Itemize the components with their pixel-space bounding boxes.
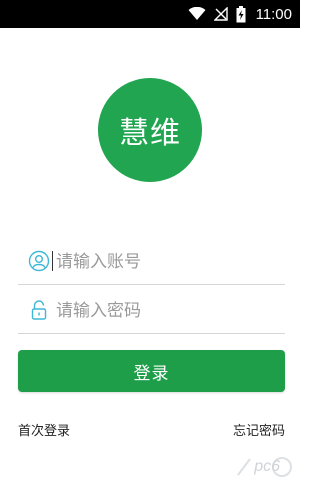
wifi-icon	[188, 7, 206, 21]
watermark-text: pc6	[254, 458, 280, 475]
status-time: 11:00	[255, 5, 292, 23]
status-bar: 11:00	[0, 0, 300, 28]
app-logo: 慧维	[98, 78, 202, 182]
battery-charging-icon	[236, 5, 246, 23]
forgot-password-link[interactable]: 忘记密码	[233, 420, 285, 439]
username-field[interactable]	[18, 240, 285, 285]
username-input[interactable]	[56, 248, 276, 276]
password-input[interactable]	[56, 297, 276, 325]
login-button[interactable]: 登录	[18, 350, 285, 392]
first-login-link[interactable]: 首次登录	[18, 420, 70, 439]
user-icon	[28, 250, 50, 272]
no-signal-icon	[213, 7, 228, 21]
text-cursor	[52, 251, 53, 271]
logo-text: 慧维	[119, 116, 181, 151]
status-icons: 11:00	[180, 0, 292, 28]
lock-icon	[28, 299, 50, 321]
password-field[interactable]	[18, 289, 285, 334]
watermark-logo: pc6	[236, 454, 294, 480]
